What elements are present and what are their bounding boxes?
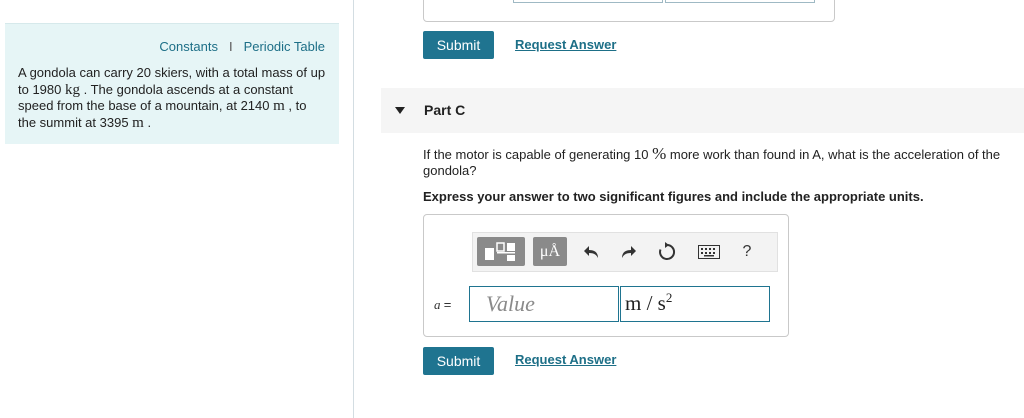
percent-symbol: % xyxy=(652,144,667,163)
previous-units-field[interactable] xyxy=(665,0,815,3)
collapse-triangle-icon[interactable] xyxy=(395,107,405,114)
unit-m-2: m xyxy=(132,114,144,131)
keyboard-icon[interactable] xyxy=(695,237,723,266)
variable-label: a = xyxy=(434,297,451,313)
problem-statement: A gondola can carry 20 skiers, with a to… xyxy=(18,65,328,131)
submit-button[interactable]: Submit xyxy=(423,347,494,375)
undo-icon[interactable] xyxy=(579,237,605,266)
constants-link[interactable]: Constants xyxy=(159,39,218,54)
math-toolbar: μÅ ? xyxy=(472,232,778,272)
value-input[interactable] xyxy=(469,286,619,322)
part-c-header[interactable]: Part C xyxy=(381,88,1024,133)
part-c-title: Part C xyxy=(424,102,466,118)
unit-m-1: m xyxy=(273,98,285,114)
reference-links: Constants I Periodic Table xyxy=(159,39,325,54)
units-base: m / s xyxy=(625,291,666,315)
previous-request-answer-link[interactable]: Request Answer xyxy=(515,37,616,52)
equals-sign: = xyxy=(443,297,452,312)
previous-submit-button[interactable]: Submit xyxy=(423,31,494,59)
units-field[interactable]: m / s2 xyxy=(620,286,770,322)
problem-pane: Constants I Periodic Table A gondola can… xyxy=(5,23,339,144)
templates-icon[interactable] xyxy=(477,237,525,266)
problem-text-4: . xyxy=(143,114,152,130)
previous-value-field[interactable] xyxy=(513,0,663,3)
reset-icon[interactable] xyxy=(653,237,681,266)
help-button[interactable]: ? xyxy=(735,237,759,266)
periodic-table-link[interactable]: Periodic Table xyxy=(244,39,325,54)
units-exponent: 2 xyxy=(665,290,673,305)
answer-instruction: Express your answer to two significant f… xyxy=(423,189,924,204)
unit-kg: kg xyxy=(65,81,80,98)
link-separator: I xyxy=(228,39,233,54)
pane-divider xyxy=(353,0,354,418)
request-answer-link[interactable]: Request Answer xyxy=(515,352,616,367)
answer-widget: μÅ ? a = m / s2 xyxy=(423,214,789,337)
units-button[interactable]: μÅ xyxy=(533,237,567,266)
redo-icon[interactable] xyxy=(615,237,641,266)
question-text-1: If the motor is capable of generating 10 xyxy=(423,147,653,162)
part-c-question: If the motor is capable of generating 10… xyxy=(423,144,1013,179)
previous-answer-box xyxy=(423,0,835,22)
variable-symbol: a xyxy=(434,297,441,312)
